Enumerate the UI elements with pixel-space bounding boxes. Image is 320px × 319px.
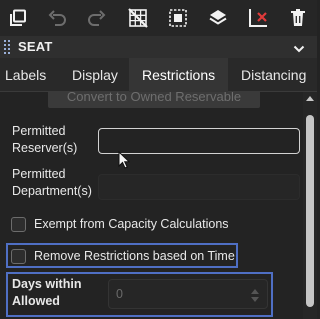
permitted-reserver-label: Permitted Reserver(s) (12, 123, 77, 157)
copy-icon[interactable] (7, 7, 29, 29)
remove-restrictions-checkbox[interactable] (11, 248, 26, 264)
exempt-capacity-checkbox[interactable] (11, 216, 26, 232)
exempt-capacity-label: Exempt from Capacity Calculations (34, 217, 229, 231)
restrictions-panel: Convert to Owned Reservable Permitted Re… (0, 92, 303, 319)
tab-bar: Labels Display Restrictions Distancing (0, 58, 317, 92)
tab-labels[interactable]: Labels (5, 67, 46, 83)
toolbar (0, 0, 317, 36)
scrollbar-thumb[interactable] (306, 115, 314, 307)
remove-restrictions-label: Remove Restrictions based on Time (34, 249, 235, 263)
permitted-department-label-line1: Permitted (12, 167, 66, 181)
tab-distancing[interactable]: Distancing (241, 67, 306, 83)
remove-restrictions-row[interactable]: Remove Restrictions based on Time (11, 247, 235, 265)
select-region-icon[interactable] (167, 7, 189, 29)
permitted-department-label: Permitted Department(s) (12, 166, 92, 200)
permitted-reserver-label-line1: Permitted (12, 124, 66, 138)
clear-axis-icon[interactable] (247, 7, 269, 29)
scroll-up-icon[interactable] (306, 96, 314, 101)
tab-restrictions[interactable]: Restrictions (129, 58, 229, 92)
redo-icon[interactable] (86, 7, 108, 29)
permitted-reserver-label-line2: Reserver(s) (12, 141, 78, 155)
convert-owned-reservable-button[interactable]: Convert to Owned Reservable (48, 92, 260, 108)
tab-display[interactable]: Display (72, 67, 118, 83)
panel-header: SEAT (0, 36, 317, 58)
stepper-up-icon[interactable] (251, 289, 259, 294)
permitted-department-input[interactable] (98, 174, 300, 200)
days-within-value: 0 (116, 287, 123, 301)
chevron-down-icon[interactable] (293, 41, 305, 59)
exempt-capacity-row[interactable]: Exempt from Capacity Calculations (11, 215, 229, 233)
delete-icon[interactable] (287, 7, 309, 29)
panel-title: SEAT (18, 39, 53, 54)
undo-icon[interactable] (46, 7, 68, 29)
days-within-label-line1: Days within (12, 277, 82, 291)
mouse-cursor-icon (118, 150, 131, 174)
stepper-down-icon[interactable] (251, 297, 259, 302)
days-within-label-line2: Allowed (12, 294, 60, 308)
layers-icon[interactable] (207, 7, 229, 29)
grid-off-icon[interactable] (127, 7, 149, 29)
drag-handle-icon[interactable] (4, 40, 10, 54)
days-within-stepper[interactable]: 0 (108, 279, 268, 309)
permitted-department-label-line2: Department(s) (12, 184, 92, 198)
days-within-label: Days within Allowed (12, 276, 81, 310)
scrollbar[interactable] (303, 92, 317, 319)
